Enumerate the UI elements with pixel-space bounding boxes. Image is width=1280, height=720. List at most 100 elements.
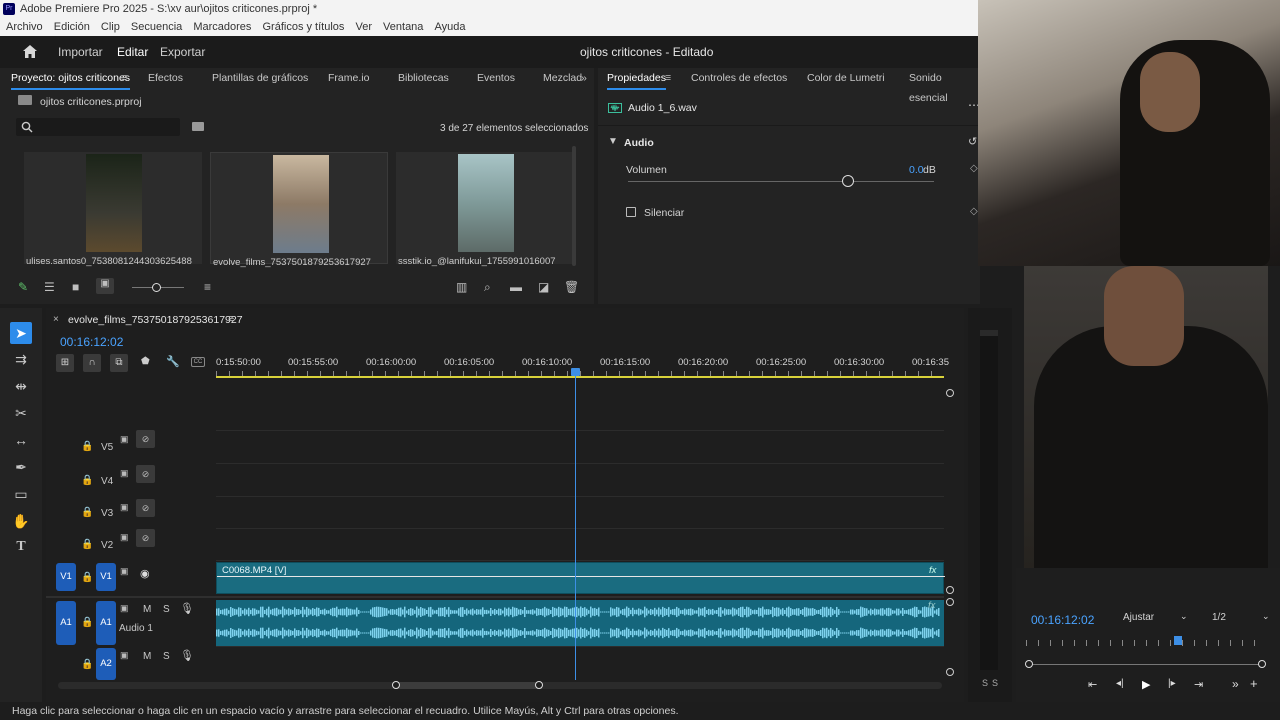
camera-icon[interactable]: ▣	[120, 434, 129, 445]
scroll-handle[interactable]	[392, 681, 400, 689]
icon-view-icon[interactable]: ■	[72, 280, 79, 294]
keyframe-icon[interactable]: ◇	[970, 206, 978, 217]
automate-sequence-icon[interactable]: ▥	[456, 280, 467, 294]
menu-marcadores[interactable]: Marcadores	[193, 18, 251, 36]
razor-tool-icon[interactable]: ✂	[10, 402, 32, 424]
menu-ver[interactable]: Ver	[355, 18, 372, 36]
tab-bibliotecas[interactable]: Bibliotecas	[398, 68, 449, 88]
meter-solo[interactable]: S	[982, 678, 988, 688]
mute-button[interactable]: M	[143, 604, 151, 615]
panel-menu-icon[interactable]: ≡	[228, 313, 234, 325]
monitor-scrollbar[interactable]	[1025, 660, 1266, 668]
fx-badge[interactable]: fx	[928, 600, 935, 611]
lock-icon[interactable]: 🔒	[81, 617, 93, 628]
mini-ruler[interactable]	[1026, 640, 1266, 646]
playhead[interactable]	[575, 370, 576, 680]
menu-graficos[interactable]: Gráficos y títulos	[262, 18, 344, 36]
sequence-tab[interactable]: evolve_films_7537501879253617927	[68, 314, 243, 326]
lock-icon[interactable]: 🔒	[81, 507, 93, 518]
track-select-tool-icon[interactable]: ⇉	[10, 348, 32, 370]
zoom-handle[interactable]	[946, 389, 954, 397]
scroll-handle[interactable]	[1025, 660, 1033, 668]
menu-clip[interactable]: Clip	[101, 18, 120, 36]
zoom-slider[interactable]	[132, 283, 184, 292]
reset-icon[interactable]: ↺	[968, 135, 977, 148]
track-target-a1[interactable]: A1	[96, 601, 116, 645]
project-item[interactable]: ulises.santos0_7538081244303625488	[24, 152, 202, 267]
timeline-timecode[interactable]: 00:16:12:02	[60, 335, 123, 349]
source-patch-a1[interactable]: A1	[56, 601, 76, 645]
menu-secuencia[interactable]: Secuencia	[131, 18, 182, 36]
sort-icon[interactable]: ≡	[204, 280, 211, 294]
selection-tool-icon[interactable]: ➤	[10, 322, 32, 344]
lock-icon[interactable]: 🔒	[81, 475, 93, 486]
audio-clip[interactable]: fx	[216, 600, 944, 646]
microphone-icon[interactable]: 🎙	[180, 649, 194, 662]
home-icon[interactable]	[22, 44, 38, 59]
eye-hidden-icon[interactable]: ⊘	[136, 430, 155, 448]
project-item[interactable]: ssstik.io_@lanifukui_1755991016007	[396, 152, 574, 267]
keyframe-icon[interactable]: ◇	[970, 163, 978, 174]
slip-tool-icon[interactable]: ↔	[10, 429, 32, 451]
work-area-bar[interactable]	[216, 376, 944, 378]
add-marker-icon[interactable]: ⬟	[141, 356, 150, 367]
tab-mezclador[interactable]: Mezclad	[543, 68, 582, 88]
camera-icon[interactable]: ▣	[120, 566, 129, 577]
mute-checkbox[interactable]	[626, 207, 636, 217]
freeform-view-icon[interactable]: ▣	[96, 278, 114, 294]
solo-button[interactable]: S	[163, 604, 170, 615]
scroll-handle[interactable]	[1258, 660, 1266, 668]
lock-icon[interactable]: 🔒	[81, 539, 93, 550]
play-icon[interactable]: ▶	[1142, 678, 1150, 691]
panel-menu-icon[interactable]: ≡	[665, 68, 671, 88]
microphone-icon[interactable]: 🎙	[180, 602, 194, 615]
new-bin-icon[interactable]: ▬	[510, 280, 522, 294]
hand-tool-icon[interactable]: ✋	[10, 510, 32, 532]
volume-value[interactable]: 0.0	[909, 164, 924, 176]
type-tool-icon[interactable]: T	[10, 536, 32, 558]
edit-tab[interactable]: Editar	[117, 45, 148, 59]
menu-ventana[interactable]: Ventana	[383, 18, 423, 36]
lock-icon[interactable]: 🔒	[81, 572, 93, 583]
panel-menu-icon[interactable]: ≡	[121, 68, 127, 88]
track-target-v1[interactable]: V1	[96, 563, 116, 591]
menu-archivo[interactable]: Archivo	[6, 18, 43, 36]
add-button-icon[interactable]: +	[1250, 676, 1258, 691]
tab-frameio[interactable]: Frame.io	[328, 68, 369, 88]
tab-efectos[interactable]: Efectos	[148, 68, 183, 88]
eye-hidden-icon[interactable]: ⊘	[136, 499, 155, 517]
pencil-icon[interactable]: ✎	[18, 280, 28, 294]
project-item[interactable]: evolve_films_7537501879253617927	[210, 152, 388, 268]
new-item-icon[interactable]: ◪	[538, 280, 549, 294]
camera-icon[interactable]: ▣	[120, 502, 129, 513]
menu-ayuda[interactable]: Ayuda	[434, 18, 465, 36]
export-tab[interactable]: Exportar	[160, 45, 205, 59]
source-patch-v1[interactable]: V1	[56, 563, 76, 591]
lock-icon[interactable]: 🔒	[81, 659, 93, 670]
volume-slider[interactable]	[628, 175, 934, 187]
snap-icon[interactable]: ∩	[83, 354, 101, 372]
fx-badge[interactable]: fx	[929, 565, 936, 576]
zoom-handle[interactable]	[946, 586, 954, 594]
meter-solo[interactable]: S	[992, 678, 998, 688]
track-target-a2[interactable]: A2	[96, 648, 116, 680]
program-timecode[interactable]: 00:16:12:02	[1031, 613, 1094, 627]
scroll-handle[interactable]	[535, 681, 543, 689]
time-ruler[interactable]: 0:15:50:00 00:15:55:00 00:16:00:00 00:16…	[216, 354, 949, 378]
playhead-handle[interactable]	[571, 368, 580, 376]
wrench-icon[interactable]: 🔧	[166, 355, 180, 368]
captions-icon[interactable]: CC	[191, 357, 205, 367]
linked-selection-icon[interactable]: ⧉	[110, 354, 128, 372]
camera-icon[interactable]: ▣	[120, 468, 129, 479]
step-forward-icon[interactable]: |▸	[1168, 678, 1176, 689]
tab-controles[interactable]: Controles de efectos	[691, 68, 787, 88]
tab-propiedades[interactable]: Propiedades	[607, 68, 666, 90]
go-to-out-icon[interactable]: ⇥	[1194, 678, 1203, 691]
horizontal-scrollbar[interactable]	[58, 681, 942, 689]
project-scrollbar[interactable]	[572, 146, 576, 266]
volume-slider-thumb[interactable]	[842, 175, 855, 187]
close-icon[interactable]: ×	[53, 314, 59, 325]
eye-hidden-icon[interactable]: ⊘	[136, 529, 155, 547]
search-input[interactable]	[16, 118, 180, 136]
rectangle-tool-icon[interactable]: ▭	[10, 483, 32, 505]
